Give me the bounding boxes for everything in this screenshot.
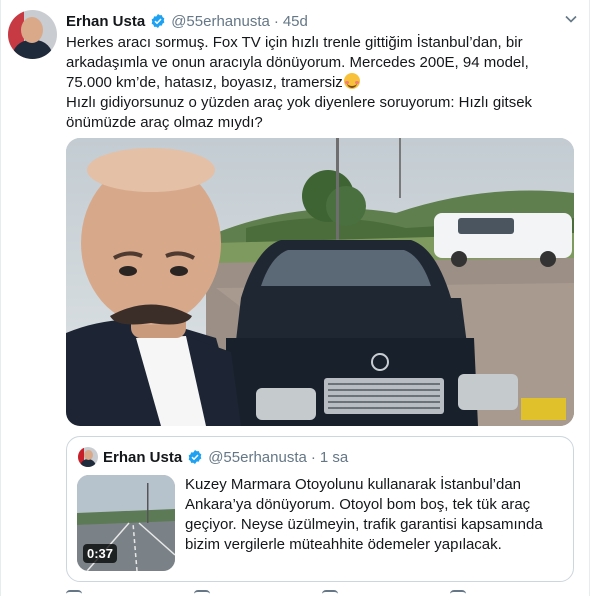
tweet-text-paragraph-2: Hızlı gidiyorsunuz o yüzden araç yok diy…	[66, 94, 533, 131]
tweet-actions	[66, 590, 574, 596]
quoted-author-handle: @55erhanusta	[208, 448, 307, 466]
smiling-face-with-blush-emoji	[343, 73, 360, 89]
separator-dot: ·	[273, 12, 279, 30]
verified-badge-icon	[151, 14, 165, 28]
author-handle[interactable]: @55erhanusta	[171, 13, 270, 30]
tweet-photo[interactable]	[66, 138, 574, 426]
like-icon[interactable]	[322, 590, 338, 596]
chevron-down-icon[interactable]	[564, 12, 578, 26]
tweet-header: Erhan Usta @55erhanusta · 45d	[66, 11, 308, 31]
reply-icon[interactable]	[66, 590, 82, 596]
tweet-timestamp[interactable]: 45d	[283, 13, 308, 30]
left-border	[0, 0, 1, 596]
selfie-with-car-image	[66, 138, 574, 426]
tweet-text-paragraph-1: Herkes aracı sormuş. Fox TV için hızlı t…	[66, 34, 529, 91]
quoted-author-name: Erhan Usta	[103, 448, 183, 466]
retweet-icon[interactable]	[194, 590, 210, 596]
tweet-text: Herkes aracı sormuş. Fox TV için hızlı t…	[66, 33, 576, 133]
avatar[interactable]	[8, 10, 57, 59]
quoted-tweet-timestamp: 1 sa	[319, 448, 349, 466]
quoted-tweet-card[interactable]: Erhan Usta @55erhanusta · 1 sa 0:37 Kuze…	[66, 436, 574, 582]
separator-dot: ·	[310, 448, 316, 466]
video-duration-badge: 0:37	[83, 544, 118, 563]
quoted-tweet-text: Kuzey Marmara Otoyolunu kullanarak İstan…	[185, 476, 543, 553]
quoted-tweet-header: Erhan Usta @55erhanusta · 1 sa	[103, 447, 348, 467]
right-border	[589, 0, 590, 596]
quoted-video-thumbnail[interactable]: 0:37	[77, 475, 175, 571]
author-name[interactable]: Erhan Usta	[66, 13, 145, 30]
share-icon[interactable]	[450, 590, 466, 596]
verified-badge-icon	[188, 450, 202, 464]
quoted-avatar	[78, 447, 98, 467]
